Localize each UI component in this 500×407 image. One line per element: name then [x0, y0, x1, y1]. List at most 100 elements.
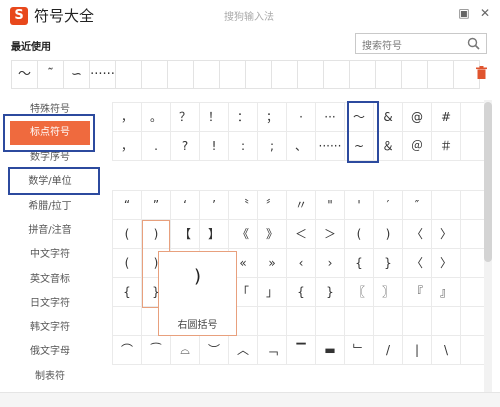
scrollbar[interactable]: [484, 100, 492, 400]
symbol-cell[interactable]: |: [403, 336, 432, 365]
symbol-cell[interactable]: ﹂: [345, 336, 374, 365]
symbol-cell[interactable]: ›: [316, 249, 345, 278]
search-input[interactable]: [360, 37, 464, 56]
symbol-cell[interactable]: ＜: [287, 220, 316, 249]
symbol-cell[interactable]: ···: [316, 103, 345, 132]
symbol-cell[interactable]: 《: [229, 220, 258, 249]
recent-symbol-cell[interactable]: [193, 60, 220, 89]
symbol-cell[interactable]: [316, 307, 345, 336]
symbol-cell[interactable]: [345, 307, 374, 336]
pin-icon[interactable]: ▣: [455, 4, 473, 22]
recent-symbol-cell[interactable]: [167, 60, 194, 89]
sidebar-category-item[interactable]: 韩文字符: [0, 315, 100, 341]
symbol-cell[interactable]: 』: [432, 278, 461, 307]
symbol-cell[interactable]: ？: [171, 103, 200, 132]
recent-symbol-cell[interactable]: ∽: [63, 60, 90, 89]
sidebar-category-item[interactable]: 英文音标: [0, 267, 100, 293]
symbol-cell[interactable]: ▬: [316, 336, 345, 365]
recent-symbol-cell[interactable]: [219, 60, 246, 89]
symbol-cell[interactable]: ’: [200, 191, 229, 220]
symbol-cell[interactable]: [258, 307, 287, 336]
symbol-cell[interactable]: ?: [171, 132, 200, 161]
close-icon[interactable]: ✕: [476, 4, 494, 22]
recent-symbol-cell[interactable]: [427, 60, 454, 89]
symbol-cell[interactable]: \: [432, 336, 461, 365]
sidebar-category-item[interactable]: 中文字符: [0, 242, 100, 268]
symbol-cell[interactable]: ﹁: [258, 336, 287, 365]
trash-icon[interactable]: [476, 66, 487, 79]
symbol-cell[interactable]: }: [374, 249, 403, 278]
symbol-cell[interactable]: ︿: [229, 336, 258, 365]
symbol-cell[interactable]: ⌒: [113, 336, 142, 365]
sidebar-category-item[interactable]: 制表符: [0, 364, 100, 390]
symbol-cell[interactable]: ；: [258, 103, 287, 132]
symbol-cell[interactable]: 〉: [432, 220, 461, 249]
symbol-cell[interactable]: {: [287, 278, 316, 307]
recent-symbol-cell[interactable]: ˜: [37, 60, 64, 89]
symbol-cell[interactable]: ): [374, 220, 403, 249]
symbol-cell[interactable]: ': [345, 191, 374, 220]
scrollbar-thumb[interactable]: [484, 102, 492, 262]
symbol-cell[interactable]: ⌓: [171, 336, 200, 365]
symbol-cell[interactable]: /: [374, 336, 403, 365]
symbol-cell[interactable]: 〗: [374, 278, 403, 307]
symbol-cell[interactable]: 》: [258, 220, 287, 249]
symbol-cell[interactable]: ······: [316, 132, 345, 161]
symbol-cell[interactable]: ＠: [403, 132, 432, 161]
recent-symbol-cell[interactable]: [141, 60, 168, 89]
symbol-cell[interactable]: 】: [200, 220, 229, 249]
symbol-cell[interactable]: [287, 307, 316, 336]
symbol-cell[interactable]: {: [345, 249, 374, 278]
symbol-cell[interactable]: 。: [142, 103, 171, 132]
recent-symbol-cell[interactable]: [349, 60, 376, 89]
symbol-cell[interactable]: “: [113, 191, 142, 220]
symbol-cell[interactable]: ′: [374, 191, 403, 220]
search-box[interactable]: [355, 33, 487, 56]
sidebar-category-item[interactable]: 俄文字母: [0, 339, 100, 365]
recent-symbol-cell[interactable]: [271, 60, 298, 89]
symbol-cell[interactable]: 〃: [287, 191, 316, 220]
recent-symbol-cell[interactable]: [401, 60, 428, 89]
recent-symbol-cell[interactable]: [245, 60, 272, 89]
recent-symbol-cell[interactable]: ······: [89, 60, 116, 89]
symbol-cell[interactable]: ;: [258, 132, 287, 161]
symbol-cell[interactable]: {: [113, 278, 142, 307]
symbol-cell[interactable]: .: [142, 132, 171, 161]
recent-symbol-cell[interactable]: [375, 60, 402, 89]
symbol-cell[interactable]: ⁀: [142, 336, 171, 365]
symbol-cell[interactable]: ″: [403, 191, 432, 220]
symbol-cell[interactable]: }: [316, 278, 345, 307]
symbol-cell[interactable]: »: [258, 249, 287, 278]
symbol-cell[interactable]: ·: [287, 103, 316, 132]
symbol-cell[interactable]: @: [403, 103, 432, 132]
symbol-cell[interactable]: #: [432, 103, 461, 132]
symbol-cell[interactable]: 『: [403, 278, 432, 307]
symbol-cell[interactable]: (: [113, 220, 142, 249]
symbol-cell[interactable]: 〉: [432, 249, 461, 278]
symbol-cell[interactable]: ‘: [171, 191, 200, 220]
search-icon[interactable]: [467, 37, 480, 50]
symbol-cell[interactable]: [113, 307, 142, 336]
symbol-cell[interactable]: 」: [258, 278, 287, 307]
symbol-cell[interactable]: [432, 191, 461, 220]
symbol-cell[interactable]: ＃: [432, 132, 461, 161]
recent-symbol-cell[interactable]: [297, 60, 324, 89]
symbol-cell[interactable]: !: [200, 132, 229, 161]
symbol-cell[interactable]: ！: [200, 103, 229, 132]
symbol-cell[interactable]: 〝: [229, 191, 258, 220]
symbol-cell[interactable]: 〞: [258, 191, 287, 220]
symbol-cell[interactable]: ，: [113, 132, 142, 161]
sidebar-category-item[interactable]: 希腊/拉丁: [0, 194, 100, 220]
symbol-cell[interactable]: [432, 307, 461, 336]
symbol-cell[interactable]: 、: [287, 132, 316, 161]
symbol-cell[interactable]: 〈: [403, 220, 432, 249]
symbol-cell[interactable]: 〖: [345, 278, 374, 307]
symbol-cell[interactable]: [403, 307, 432, 336]
recent-symbol-cell[interactable]: [115, 60, 142, 89]
symbol-cell[interactable]: ": [316, 191, 345, 220]
symbol-cell[interactable]: ▔: [287, 336, 316, 365]
symbol-cell[interactable]: ‹: [287, 249, 316, 278]
symbol-cell[interactable]: ＞: [316, 220, 345, 249]
symbol-cell[interactable]: ：: [229, 103, 258, 132]
symbol-cell[interactable]: ”: [142, 191, 171, 220]
